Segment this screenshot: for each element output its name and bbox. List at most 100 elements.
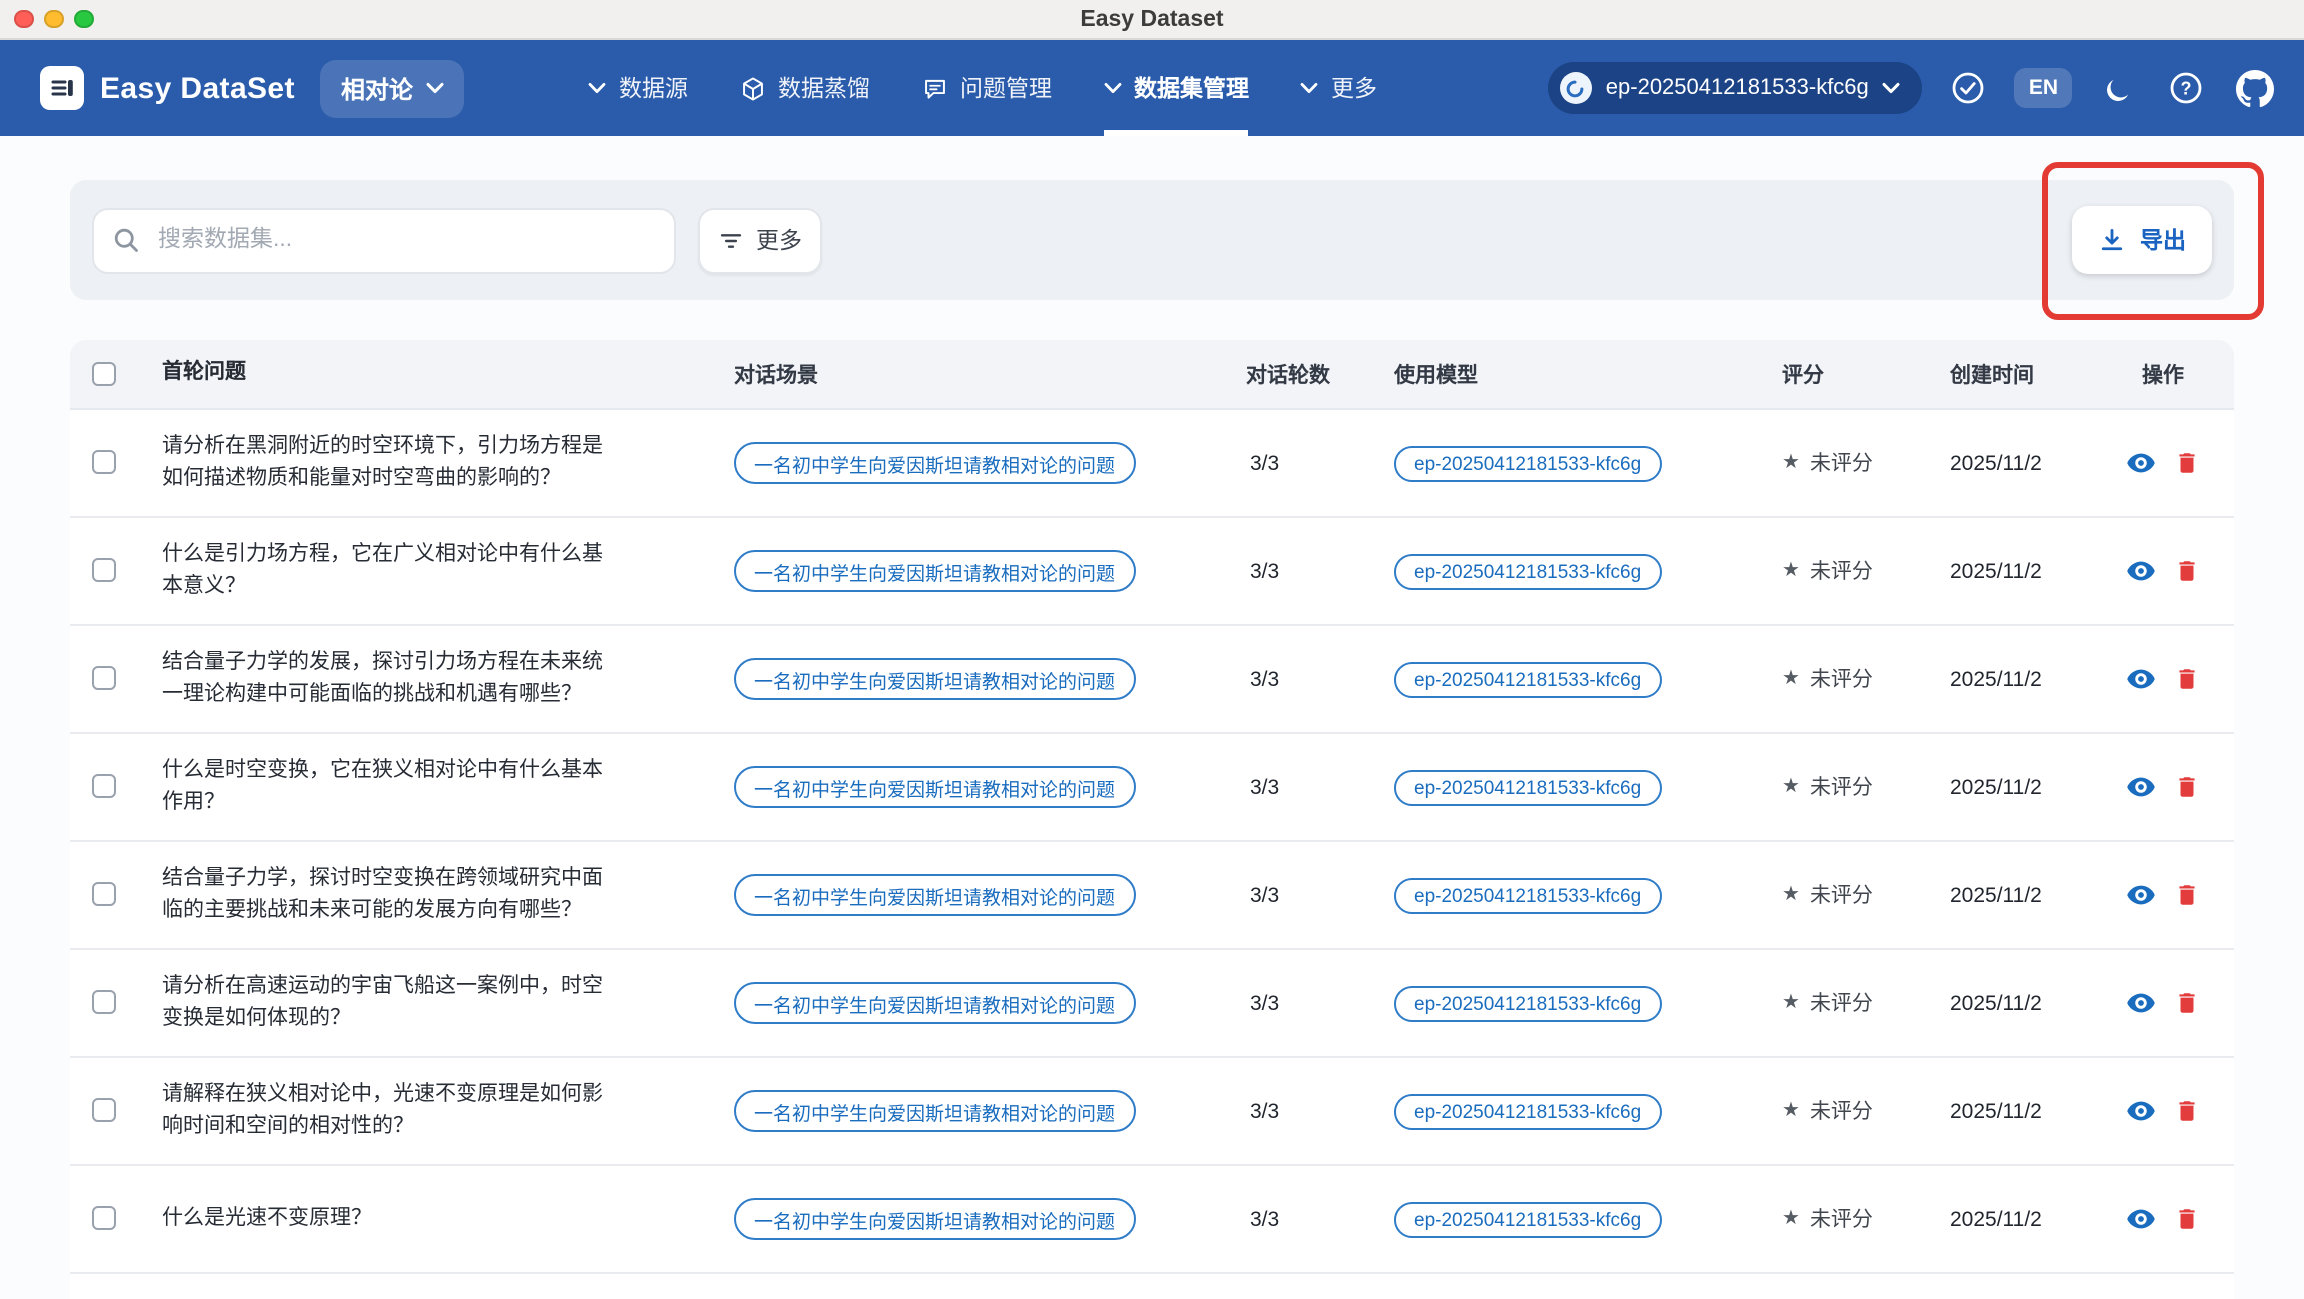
app-window: Easy Dataset Easy DataSet 相对论 数据源 数据蒸馏 问… [0, 0, 2304, 1299]
row-checkbox[interactable] [92, 666, 116, 691]
model-selector[interactable]: ep-20250412181533-kfc6g [1547, 62, 1923, 114]
more-filters-button[interactable]: 更多 [698, 207, 822, 273]
nav-item-distill[interactable]: 数据蒸馏 [740, 40, 870, 136]
table-row-partial [70, 1274, 2234, 1299]
table-row: 什么是光速不变原理？ 一名初中学生向爱因斯坦请教相对论的问题 3/3 ep-20… [70, 1166, 2234, 1274]
export-button[interactable]: 导出 [2072, 206, 2212, 274]
chevron-down-icon [1883, 82, 1901, 94]
eye-icon [2127, 777, 2155, 797]
rating-label: 未评分 [1809, 668, 1873, 692]
delete-button[interactable] [2174, 1206, 2200, 1232]
rating: ★ 未评分 [1782, 1096, 1950, 1126]
eye-icon [2127, 453, 2155, 473]
trash-icon [2179, 1101, 2195, 1121]
github-button[interactable] [2232, 66, 2276, 110]
table-body: 请分析在黑洞附近的时空环境下，引力场方程是如何描述物质和能量对时空弯曲的影响的？… [70, 410, 2234, 1274]
rating: ★ 未评分 [1782, 556, 1950, 586]
model-provider-icon [1559, 72, 1592, 104]
trash-icon [2179, 777, 2195, 797]
nav-item-more[interactable]: 更多 [1301, 40, 1377, 136]
question-circle-icon: ? [2170, 72, 2202, 104]
table-row: 请分析在黑洞附近的时空环境下，引力场方程是如何描述物质和能量对时空弯曲的影响的？… [70, 410, 2234, 518]
rating-label: 未评分 [1809, 1208, 1873, 1232]
delete-button[interactable] [2174, 882, 2200, 908]
scenario-badge: 一名初中学生向爱因斯坦请教相对论的问题 [734, 874, 1136, 916]
nav-item-questions[interactable]: 问题管理 [922, 40, 1052, 136]
view-button[interactable] [2126, 772, 2156, 802]
header-created: 创建时间 [1950, 363, 2034, 387]
eye-icon [2127, 561, 2155, 581]
trash-icon [2179, 561, 2195, 581]
nav-item-datasets[interactable]: 数据集管理 [1103, 40, 1249, 136]
view-button[interactable] [2126, 880, 2156, 910]
rating: ★ 未评分 [1782, 448, 1950, 478]
rating-label: 未评分 [1809, 992, 1873, 1016]
app-logo-icon [40, 66, 84, 110]
chat-icon [925, 78, 945, 98]
view-button[interactable] [2126, 1204, 2156, 1234]
header-scenario: 对话场景 [734, 363, 818, 387]
star-icon: ★ [1782, 452, 1800, 474]
language-button[interactable]: EN [2014, 68, 2072, 108]
navbar-actions: ep-20250412181533-kfc6g EN ? [1547, 62, 2276, 114]
row-checkbox[interactable] [92, 882, 116, 907]
header-actions: 操作 [2142, 363, 2184, 387]
main-content: 更多 导出 首轮问题 对话场景 对话轮数 使用模型 评分 创建时间 操作 请分析… [0, 180, 2304, 1299]
created-date: 2025/11/2 [1950, 1099, 2042, 1123]
rating: ★ 未评分 [1782, 664, 1950, 694]
rating: ★ 未评分 [1782, 1204, 1950, 1234]
model-badge: ep-20250412181533-kfc6g [1394, 986, 1662, 1023]
select-all-checkbox[interactable] [92, 362, 116, 387]
view-button[interactable] [2126, 988, 2156, 1018]
turns-value: 3/3 [1250, 1207, 1280, 1231]
row-checkbox[interactable] [92, 774, 116, 799]
trash-icon [2179, 669, 2195, 689]
delete-button[interactable] [2174, 666, 2200, 692]
row-checkbox[interactable] [92, 450, 116, 475]
row-checkbox[interactable] [92, 558, 116, 583]
delete-button[interactable] [2174, 1098, 2200, 1124]
delete-button[interactable] [2174, 450, 2200, 476]
delete-button[interactable] [2174, 990, 2200, 1016]
question-text: 请分析在高速运动的宇宙飞船这一案例中，时空变换是如何体现的？ [162, 973, 603, 1030]
row-checkbox[interactable] [92, 990, 116, 1015]
header-question: 首轮问题 [162, 360, 246, 385]
view-button[interactable] [2126, 556, 2156, 586]
trash-icon [2179, 885, 2195, 905]
chevron-down-icon [1301, 83, 1319, 94]
row-checkbox[interactable] [92, 1098, 116, 1123]
theme-toggle-button[interactable] [2096, 66, 2140, 110]
created-date: 2025/11/2 [1950, 451, 2042, 475]
scenario-badge: 一名初中学生向爱因斯坦请教相对论的问题 [734, 1090, 1136, 1132]
eye-icon [2127, 1209, 2155, 1229]
scenario-badge: 一名初中学生向爱因斯坦请教相对论的问题 [734, 1198, 1136, 1240]
turns-value: 3/3 [1250, 775, 1280, 799]
nav-item-datasource[interactable]: 数据源 [589, 40, 688, 136]
rating: ★ 未评分 [1782, 988, 1950, 1018]
rating-label: 未评分 [1809, 776, 1873, 800]
delete-button[interactable] [2174, 558, 2200, 584]
question-text: 什么是时空变换，它在狭义相对论中有什么基本作用？ [162, 757, 603, 814]
star-icon: ★ [1782, 992, 1800, 1014]
star-icon: ★ [1782, 668, 1800, 690]
delete-button[interactable] [2174, 774, 2200, 800]
trash-icon [2179, 453, 2195, 473]
view-button[interactable] [2126, 664, 2156, 694]
created-date: 2025/11/2 [1950, 667, 2042, 691]
moon-icon [2106, 78, 2128, 100]
row-checkbox[interactable] [92, 1206, 116, 1231]
model-badge: ep-20250412181533-kfc6g [1394, 878, 1662, 915]
project-selector[interactable]: 相对论 [320, 59, 465, 117]
view-button[interactable] [2126, 1096, 2156, 1126]
search-input[interactable] [92, 207, 676, 273]
tasks-button[interactable] [1947, 66, 1991, 110]
eye-icon [2127, 669, 2155, 689]
turns-value: 3/3 [1250, 991, 1280, 1015]
view-button[interactable] [2126, 448, 2156, 478]
datasets-table: 首轮问题 对话场景 对话轮数 使用模型 评分 创建时间 操作 请分析在黑洞附近的… [70, 340, 2234, 1299]
help-button[interactable]: ? [2164, 66, 2208, 110]
star-icon: ★ [1782, 884, 1800, 906]
eye-icon [2127, 993, 2155, 1013]
star-icon: ★ [1782, 1208, 1800, 1230]
turns-value: 3/3 [1250, 667, 1280, 691]
